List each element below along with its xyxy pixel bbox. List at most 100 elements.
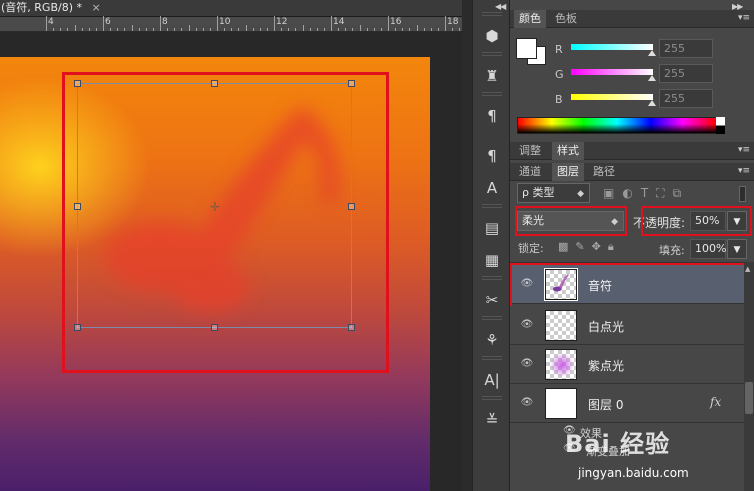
ruler-tick (409, 28, 411, 31)
layer-name[interactable]: 图层 0 (588, 396, 623, 413)
slider-knob-b[interactable] (648, 100, 656, 106)
collapse-arrows-icon[interactable]: ◀◀ (495, 2, 506, 11)
layer-row-layer-0[interactable]: 👁︎ 图层 0 fx (510, 384, 744, 423)
paragraph-icon[interactable]: ¶ (480, 104, 504, 128)
layer-row-white-light[interactable]: 👁︎ 白点光 (510, 306, 744, 345)
transform-handle-top-left[interactable] (74, 80, 81, 87)
panel-menu-icon-3[interactable]: ▾≡ (738, 166, 750, 176)
tab-swatches[interactable]: 色板 (550, 10, 582, 28)
transform-handle-middle-left[interactable] (74, 203, 81, 210)
fill-dropdown-button[interactable]: ▼ (727, 239, 747, 259)
lock-label: 锁定: (518, 242, 544, 255)
tab-layers[interactable]: 图层 (552, 163, 584, 181)
tab-styles[interactable]: 样式 (552, 142, 584, 160)
type-icon[interactable]: A| (480, 368, 504, 392)
properties-icon[interactable]: ▤ (480, 216, 504, 240)
eye-icon[interactable]: 👁︎ (520, 358, 534, 370)
paragraph-styles-icon[interactable]: ¶ (480, 144, 504, 168)
adjustments-icon[interactable]: ≚ (480, 408, 504, 432)
ruler-tick (388, 16, 389, 31)
lock-transparency-icon[interactable]: ▩ (558, 240, 575, 253)
panel-grip[interactable] (482, 52, 502, 56)
type-filter-icon[interactable]: T (641, 186, 656, 200)
scroll-thumb[interactable] (745, 382, 753, 414)
layer-thumbnail[interactable] (545, 388, 577, 419)
transform-handle-top-right[interactable] (348, 80, 355, 87)
channel-bar-b[interactable] (571, 94, 653, 100)
slider-knob-r[interactable] (648, 50, 656, 56)
tab-channels[interactable]: 通道 (514, 163, 546, 181)
ruler-tick (323, 28, 325, 31)
panel-grip[interactable] (482, 356, 502, 360)
filter-toggle[interactable] (739, 186, 746, 202)
transform-handle-bottom-center[interactable] (211, 324, 218, 331)
ruler-tick (195, 28, 197, 31)
layer-thumbnail[interactable] (545, 349, 577, 380)
chevron-down-icon: ▼ (733, 245, 741, 255)
adjustment-filter-icon[interactable]: ◐ (622, 186, 640, 200)
color-spectrum[interactable] (517, 117, 717, 134)
panel-grip[interactable] (482, 276, 502, 280)
ruler-tick (459, 28, 461, 31)
tools-crossed-icon[interactable]: ✂ (480, 288, 504, 312)
document-tab[interactable]: (音符, RGB/8) * × (0, 0, 462, 17)
panel-grip[interactable] (482, 92, 502, 96)
layer-name[interactable]: 白点光 (588, 318, 624, 335)
transform-handle-bottom-right[interactable] (348, 324, 355, 331)
fill-value: 100% (695, 242, 727, 255)
watermark-main: Bai 经验 (565, 430, 671, 458)
transform-handle-middle-right[interactable] (348, 203, 355, 210)
channel-bar-r[interactable] (571, 44, 653, 50)
layer-row-purple-light[interactable]: 👁︎ 紫点光 (510, 345, 744, 384)
channel-bar-g[interactable] (571, 69, 653, 75)
channel-value-r[interactable]: 255 (659, 39, 713, 58)
layer-thumbnail[interactable] (545, 310, 577, 341)
ruler-number: 16 (390, 17, 402, 27)
lock-position-icon[interactable]: ✥ (592, 240, 608, 253)
ruler-tick (345, 28, 347, 31)
scroll-up-icon[interactable]: ▲ (745, 265, 750, 273)
channel-value-g[interactable]: 255 (659, 64, 713, 83)
notes-icon[interactable]: ▦ (480, 248, 504, 272)
tab-color[interactable]: 颜色 (514, 10, 546, 28)
ruler-tick (402, 28, 404, 31)
shape-filter-icon[interactable]: ⛶ (656, 186, 672, 200)
fill-input[interactable]: 100% (690, 239, 726, 259)
ruler-tick (395, 28, 397, 31)
panel-grip[interactable] (482, 204, 502, 208)
brush-presets-icon[interactable]: ⚘ (480, 328, 504, 352)
eye-icon[interactable]: 👁︎ (520, 319, 534, 331)
channel-value-b[interactable]: 255 (659, 89, 713, 108)
ruler-tick (81, 28, 83, 31)
lock-pixels-icon[interactable]: ✎ (575, 240, 591, 253)
panel-menu-icon[interactable]: ▾≡ (738, 13, 750, 23)
tab-adjustments[interactable]: 调整 (514, 142, 546, 160)
foreground-color-swatch[interactable] (516, 38, 537, 59)
fx-icon[interactable]: fx (710, 395, 721, 409)
panel-menu-icon-2[interactable]: ▾≡ (738, 145, 750, 155)
ruler-tick (302, 25, 304, 31)
layer-filter-label: ρ 类型 (522, 186, 555, 199)
panel-grip[interactable] (482, 12, 502, 16)
stamp-icon[interactable]: ♜ (480, 64, 504, 88)
ruler-tick (366, 28, 368, 31)
slider-knob-g[interactable] (648, 75, 656, 81)
layer-filter-select[interactable]: ρ 类型 ◆ (517, 183, 590, 203)
transform-handle-bottom-left[interactable] (74, 324, 81, 331)
close-tab-icon[interactable]: × (92, 1, 101, 14)
black-white-picker[interactable] (716, 117, 725, 134)
image-filter-icon[interactable]: ▣ (603, 186, 622, 200)
baidu-watermark: Bai 经验 jingyan.baidu.com (565, 420, 754, 490)
transform-center-icon[interactable]: ✛ (209, 201, 221, 213)
lock-all-icon[interactable]: 🔒︎ (608, 240, 621, 253)
smart-object-filter-icon[interactable]: ⧉ (673, 186, 690, 200)
panel-grip[interactable] (482, 396, 502, 400)
tab-paths[interactable]: 路径 (588, 163, 620, 181)
transform-handle-top-center[interactable] (211, 80, 218, 87)
ruler-tick (160, 16, 161, 31)
eye-icon[interactable]: 👁︎ (520, 397, 534, 409)
3d-cube-icon[interactable]: ⬢ (480, 24, 504, 48)
character-styles-icon[interactable]: A (480, 176, 504, 200)
panel-grip[interactable] (482, 316, 502, 320)
layer-name[interactable]: 紫点光 (588, 357, 624, 374)
